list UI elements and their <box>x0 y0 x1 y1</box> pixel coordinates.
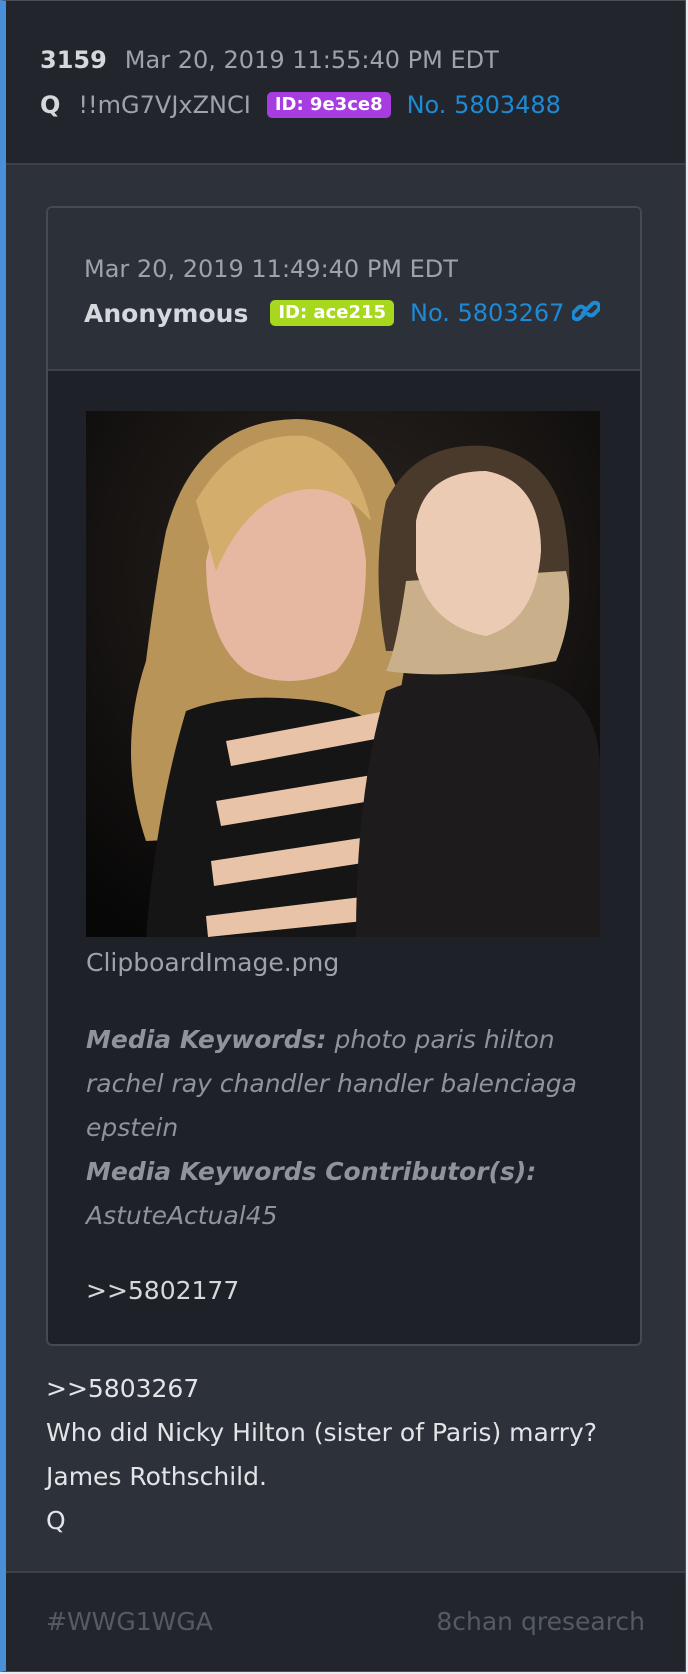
quoted-post-header: Mar 20, 2019 11:49:40 PM EDT Anonymous I… <box>48 208 640 371</box>
quoted-post-number-link[interactable]: No. 5803267 <box>410 299 564 327</box>
keywords-label: Media Keywords: <box>86 1025 327 1054</box>
post-card: 3159 Mar 20, 2019 11:55:40 PM EDT Q !!mG… <box>0 0 686 1672</box>
post-date: Mar 20, 2019 11:55:40 PM EDT <box>124 46 499 74</box>
post-message: >>5803267 Who did Nicky Hilton (sister o… <box>46 1367 597 1543</box>
message-line: James Rothschild. <box>46 1462 267 1491</box>
contributors-label: Media Keywords Contributor(s): <box>86 1157 537 1186</box>
quoted-reference-link[interactable]: >>5802177 <box>86 1276 239 1305</box>
id-badge: ID: 9e3ce8 <box>266 92 391 118</box>
attached-photo[interactable] <box>86 411 600 937</box>
post-number-link[interactable]: No. 5803488 <box>407 91 561 119</box>
quoted-post: Mar 20, 2019 11:49:40 PM EDT Anonymous I… <box>46 206 642 1346</box>
media-keywords: Media Keywords: photo paris hilton rache… <box>86 1018 586 1238</box>
reply-reference-link[interactable]: >>5803267 <box>46 1367 597 1411</box>
quoted-post-date: Mar 20, 2019 11:49:40 PM EDT <box>84 255 458 283</box>
message-line: Who did Nicky Hilton (sister of Paris) m… <box>46 1418 598 1447</box>
post-footer: #WWG1WGA 8chan qresearch <box>6 1571 685 1671</box>
link-icon[interactable] <box>571 298 602 328</box>
post-header: 3159 Mar 20, 2019 11:55:40 PM EDT Q !!mG… <box>6 1 685 165</box>
post-count: 3159 <box>40 46 107 74</box>
author-name: Q <box>40 91 61 119</box>
message-signature: Q <box>46 1506 66 1535</box>
contributors-text: AstuteActual45 <box>86 1201 278 1230</box>
attachment-filename[interactable]: ClipboardImage.png <box>86 948 339 977</box>
source-label: 8chan qresearch <box>436 1607 645 1636</box>
quoted-id-badge: ID: ace215 <box>270 300 395 326</box>
quoted-author-name: Anonymous <box>84 298 249 328</box>
hashtag: #WWG1WGA <box>46 1607 213 1636</box>
tripcode: !!mG7VJxZNCI <box>78 91 251 119</box>
